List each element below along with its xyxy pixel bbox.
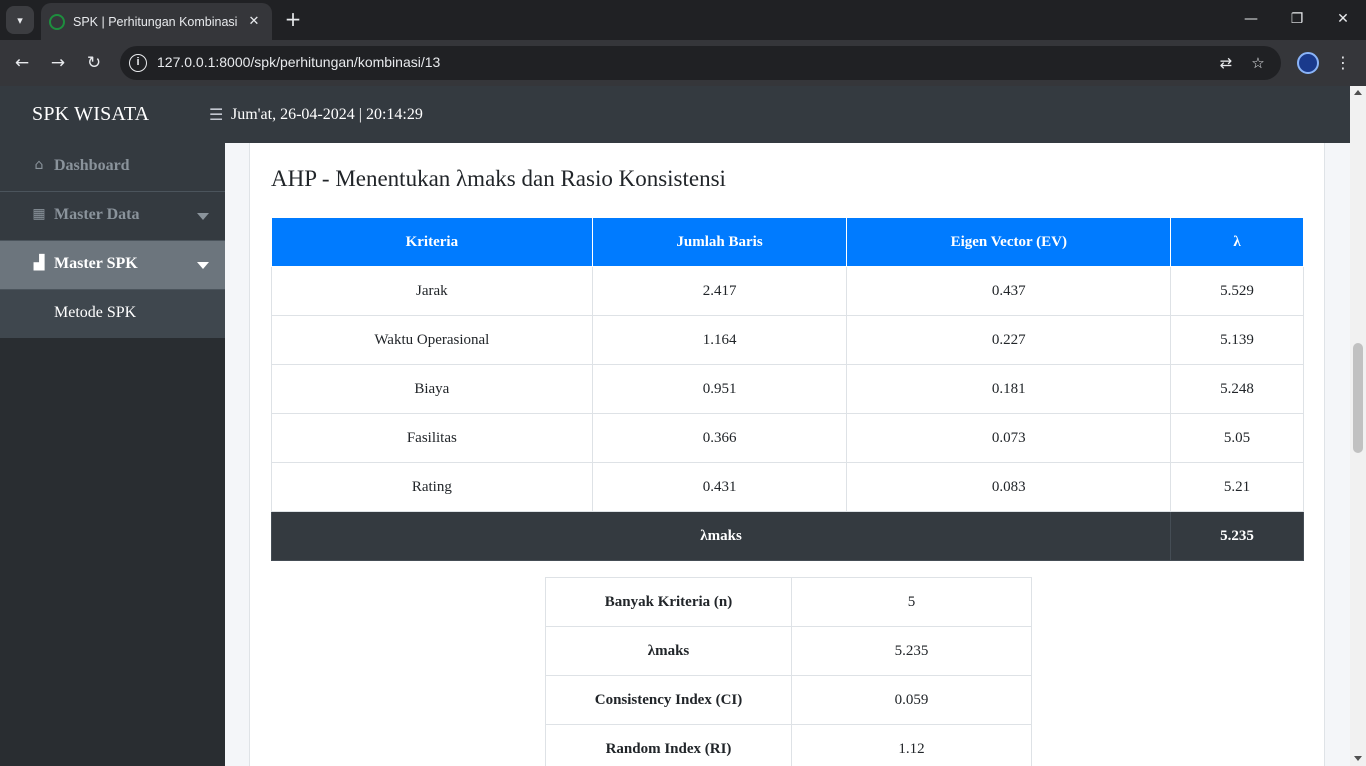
table-row: Banyak Kriteria (n) 5 [545, 577, 1032, 627]
table-cell: 0.431 [591, 462, 848, 512]
lambda-table: Kriteria Jumlah Baris Eigen Vector (EV) … [270, 217, 1304, 561]
table-row: Rating 0.431 0.083 5.21 [271, 462, 1304, 512]
scroll-down-arrow-icon[interactable] [1354, 756, 1362, 761]
caret-down-icon [197, 262, 209, 269]
cubes-icon: ▦ [32, 206, 46, 222]
tab-search-button[interactable]: ▾ [6, 6, 34, 34]
table-row: Jarak 2.417 0.437 5.529 [271, 266, 1304, 316]
table-cell: 0.951 [591, 364, 848, 414]
brand-logo[interactable]: SPK WISATA [32, 103, 149, 126]
table-row: Waktu Operasional 1.164 0.227 5.139 [271, 315, 1304, 365]
table-cell: 5.529 [1170, 266, 1304, 316]
sidebar-subitem-metode-spk[interactable]: Metode SPK [0, 290, 225, 338]
tab-title: SPK | Perhitungan Kombinasi [73, 14, 238, 29]
avatar-icon[interactable] [1297, 52, 1319, 74]
main-content: AHP - Menentukan λmaks dan Rasio Konsist… [225, 143, 1350, 766]
arrow-left-icon[interactable]: ← [9, 50, 35, 76]
summary-value: 5 [791, 577, 1032, 627]
card-title: AHP - Menentukan λmaks dan Rasio Konsist… [271, 166, 726, 191]
table-cell: 5.139 [1170, 315, 1304, 365]
table-cell: 2.417 [591, 266, 848, 316]
sidebar-item-label: Master SPK [54, 255, 138, 272]
column-header: Kriteria [271, 217, 593, 267]
table-row: Biaya 0.951 0.181 5.248 [271, 364, 1304, 414]
table-cell: Fasilitas [271, 413, 593, 463]
browser-tab[interactable]: SPK | Perhitungan Kombinasi ✕ [41, 3, 272, 40]
table-cell: 5.21 [1170, 462, 1304, 512]
browser-toolbar: ← → ↻ i 127.0.0.1:8000/spk/perhitungan/k… [0, 40, 1366, 86]
summary-value: 1.12 [791, 724, 1032, 766]
page-scrollbar[interactable] [1350, 86, 1366, 766]
sitemap-icon: ▟ [33, 255, 45, 271]
page: SPK WISATA ☰ Jum'at, 26-04-2024 | 20:14:… [0, 86, 1366, 766]
table-cell: 0.366 [591, 413, 848, 463]
summary-key: Banyak Kriteria (n) [545, 577, 792, 627]
table-cell: 0.181 [846, 364, 1172, 414]
column-header: Eigen Vector (EV) [846, 217, 1172, 267]
sidebar-item-label: Master Data [54, 206, 140, 223]
top-navbar: SPK WISATA ☰ Jum'at, 26-04-2024 | 20:14:… [0, 86, 1350, 143]
translate-icon[interactable]: ⇄ [1215, 52, 1237, 74]
summary-value: 0.059 [791, 675, 1032, 725]
table-cell: Waktu Operasional [271, 315, 593, 365]
info-icon[interactable]: i [129, 54, 147, 72]
table-row: Fasilitas 0.366 0.073 5.05 [271, 413, 1304, 463]
table-cell: Jarak [271, 266, 593, 316]
lambda-max-value: 5.235 [1170, 511, 1304, 561]
reload-icon[interactable]: ↻ [81, 50, 107, 76]
scroll-up-arrow-icon[interactable] [1354, 90, 1362, 95]
url-text[interactable]: 127.0.0.1:8000/spk/perhitungan/kombinasi… [157, 54, 440, 70]
close-icon[interactable]: ✕ [246, 14, 262, 29]
sidebar-item-dashboard[interactable]: ⌂ Dashboard [0, 143, 225, 192]
table-cell: 5.05 [1170, 413, 1304, 463]
minimize-icon[interactable]: — [1240, 8, 1262, 30]
sidebar-item-master-spk[interactable]: ▟ Master SPK [0, 241, 225, 290]
star-icon[interactable]: ☆ [1247, 52, 1269, 74]
lambda-max-label: λmaks [270, 511, 1172, 561]
table-row: Random Index (RI) 1.12 [545, 724, 1032, 766]
column-header: λ [1170, 217, 1304, 267]
hamburger-menu-icon[interactable]: ☰ [209, 105, 223, 124]
sidebar-background [0, 338, 225, 766]
table-cell: 0.227 [846, 315, 1172, 365]
table-cell: 0.073 [846, 413, 1172, 463]
table-cell: 5.248 [1170, 364, 1304, 414]
table-cell: 1.164 [591, 315, 848, 365]
consistency-summary-table: Banyak Kriteria (n) 5 λmaks 5.235 Consis… [545, 577, 1032, 766]
tab-favicon-icon [49, 13, 65, 30]
table-row: λmaks 5.235 [545, 626, 1032, 676]
table-cell: 0.437 [846, 266, 1172, 316]
table-cell: 0.083 [846, 462, 1172, 512]
address-bar[interactable]: i 127.0.0.1:8000/spk/perhitungan/kombina… [120, 46, 1281, 80]
content-card: AHP - Menentukan λmaks dan Rasio Konsist… [249, 143, 1325, 766]
scrollbar-thumb[interactable] [1353, 343, 1363, 453]
table-cell: Rating [271, 462, 593, 512]
summary-value: 5.235 [791, 626, 1032, 676]
table-header-row: Kriteria Jumlah Baris Eigen Vector (EV) … [271, 217, 1304, 267]
sidebar-item-master-data[interactable]: ▦ Master Data [0, 192, 225, 241]
caret-down-icon [197, 213, 209, 220]
summary-key: Random Index (RI) [545, 724, 792, 766]
browser-tab-bar: ▾ SPK | Perhitungan Kombinasi ✕ + — ❐ ✕ [0, 0, 1366, 40]
restore-icon[interactable]: ❐ [1286, 8, 1308, 30]
plus-icon[interactable]: + [282, 8, 304, 30]
sidebar-item-label: Dashboard [54, 157, 130, 174]
table-cell: Biaya [271, 364, 593, 414]
sidebar: ⌂ Dashboard ▦ Master Data ▟ Master SPK M… [0, 143, 225, 766]
column-header: Jumlah Baris [591, 217, 848, 267]
chevron-down-icon: ▾ [17, 13, 23, 27]
home-icon: ⌂ [34, 157, 44, 173]
sidebar-subitem-label: Metode SPK [54, 304, 137, 321]
table-footer-row: λmaks 5.235 [270, 511, 1304, 561]
summary-key: Consistency Index (CI) [545, 675, 792, 725]
summary-key: λmaks [545, 626, 792, 676]
kebab-menu-icon[interactable]: ⋮ [1332, 50, 1354, 76]
table-row: Consistency Index (CI) 0.059 [545, 675, 1032, 725]
close-window-icon[interactable]: ✕ [1332, 8, 1354, 30]
arrow-right-icon[interactable]: → [45, 50, 71, 76]
datetime-display: Jum'at, 26-04-2024 | 20:14:29 [231, 106, 423, 123]
